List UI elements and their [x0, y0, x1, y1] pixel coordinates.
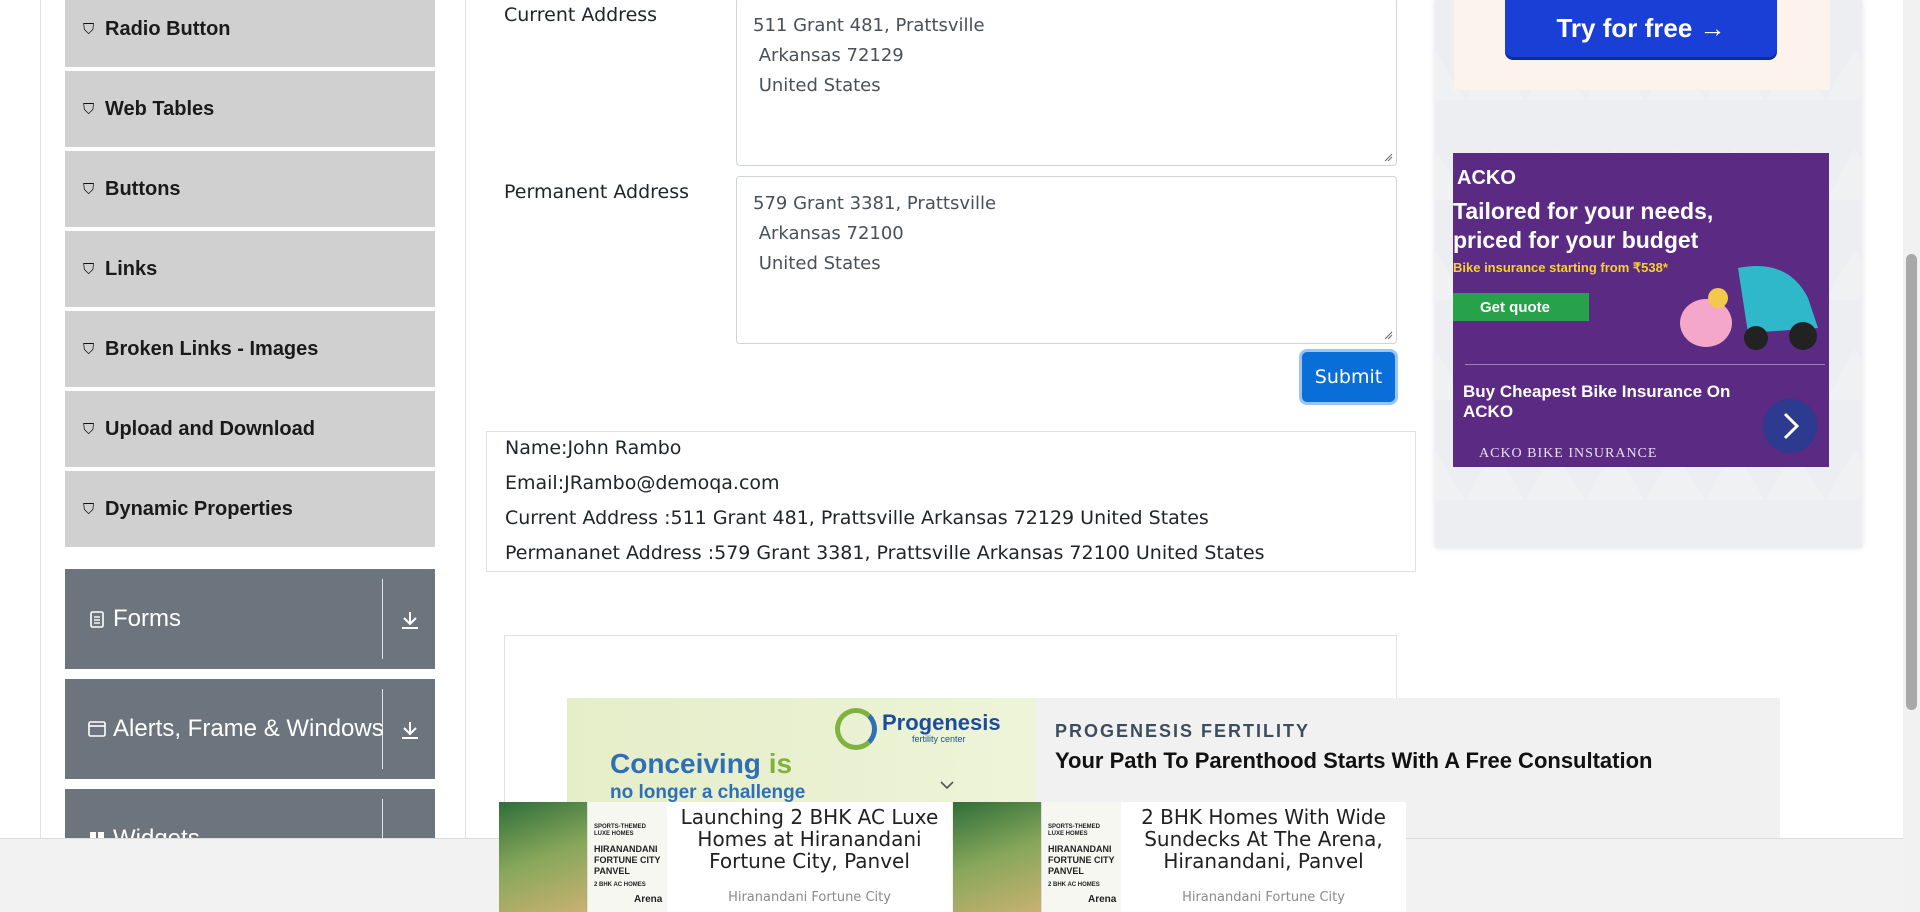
- document-icon: [90, 611, 104, 628]
- sidebar-item-label: Links: [105, 257, 158, 280]
- sidebar-item-radio-button[interactable]: ⛉ Radio Button: [65, 0, 435, 69]
- html5-icon: ⛉: [83, 420, 95, 438]
- output-current-address: Current Address :511 Grant 481, Prattsvi…: [505, 507, 1209, 529]
- divider: [382, 689, 383, 769]
- sidebar-group-label: Forms: [113, 605, 181, 632]
- ad-title: Your Path To Parenthood Starts With A Fr…: [1055, 748, 1653, 773]
- permanent-address-textarea[interactable]: 579 Grant 3381, Prattsville Arkansas 721…: [736, 176, 1397, 344]
- try-for-free-button[interactable]: Try for free →: [1505, 0, 1777, 57]
- chevron-right-icon[interactable]: [1763, 399, 1817, 453]
- progenesis-logo-icon: [835, 708, 877, 750]
- ad-tile-source: Hiranandani Fortune City: [1182, 890, 1345, 905]
- html5-icon: ⛉: [83, 20, 95, 38]
- output-permanent-address: Permananet Address :579 Grant 3381, Prat…: [505, 542, 1265, 564]
- scooter-illustration: [1680, 266, 1818, 350]
- textarea-line: United States: [753, 253, 881, 274]
- fine-print-rule: [1465, 364, 1825, 365]
- ad-thumbnail-board: SPORTS-THEMED LUXE HOMES HIRANANDANI FOR…: [587, 802, 667, 912]
- textarea-line: 579 Grant 3381, Prattsville: [753, 193, 997, 214]
- sidebar-group-label: Alerts, Frame & Windows: [113, 715, 384, 742]
- sidebar-item-upload-download[interactable]: ⛉ Upload and Download: [65, 391, 435, 469]
- resize-grip-icon[interactable]: [1383, 330, 1393, 340]
- sticky-ad-tile[interactable]: SPORTS-THEMED LUXE HOMES HIRANANDANI FOR…: [499, 802, 952, 912]
- textarea-line: 511 Grant 481, Prattsville: [753, 15, 985, 36]
- content-border: [465, 0, 466, 838]
- output-panel: Name:John Rambo Email:JRambo@demoqa.com …: [486, 431, 1416, 572]
- sidebar-item-label: Dynamic Properties: [105, 497, 293, 520]
- current-address-textarea[interactable]: 511 Grant 481, Prattsville Arkansas 7212…: [736, 0, 1397, 166]
- sidebar-item-label: Web Tables: [105, 97, 215, 120]
- ad-tile-title: Launching 2 BHK AC Luxe Homes at Hiranan…: [680, 805, 939, 873]
- download-icon[interactable]: [399, 719, 421, 741]
- current-address-label: Current Address: [504, 4, 658, 26]
- ad-thumbnail: [953, 802, 1041, 912]
- sidebar-item-label: Buttons: [105, 177, 181, 200]
- sticky-ad-tile[interactable]: SPORTS-THEMED LUXE HOMES HIRANANDANI FOR…: [953, 802, 1406, 912]
- sidebar-item-label: Broken Links - Images: [105, 337, 319, 360]
- ad-tile-source: Hiranandani Fortune City: [728, 890, 891, 905]
- resize-grip-icon[interactable]: [1383, 152, 1393, 162]
- divider: [382, 579, 383, 659]
- output-email: Email:JRambo@demoqa.com: [505, 472, 780, 494]
- acko-ad[interactable]: ACKO Tailored for your needs, priced for…: [1453, 153, 1829, 467]
- sidebar-item-label: Upload and Download: [105, 417, 315, 440]
- ad-thumbnail-board: SPORTS-THEMED LUXE HOMES HIRANANDANI FOR…: [1041, 802, 1121, 912]
- textarea-line: Arkansas 72129: [753, 45, 904, 66]
- ad-tile-title: 2 BHK Homes With Wide Sundecks At The Ar…: [1141, 805, 1386, 873]
- acko-caption-title: Buy Cheapest Bike Insurance On ACKO: [1463, 382, 1731, 421]
- scrollbar-thumb[interactable]: [1906, 254, 1917, 710]
- html5-icon: ⛉: [83, 500, 95, 518]
- ad-thumbnail: [499, 802, 587, 912]
- permanent-address-label: Permanent Address: [504, 181, 690, 203]
- acko-caption-source: ACKO BIKE INSURANCE: [1479, 446, 1658, 461]
- sidebar-item-buttons[interactable]: ⛉ Buttons: [65, 151, 435, 229]
- submit-button[interactable]: Submit: [1302, 352, 1395, 402]
- sidebar-group-alerts-frames-windows[interactable]: Alerts, Frame & Windows: [65, 679, 435, 779]
- sidebar-item-links[interactable]: ⛉ Links: [65, 231, 435, 309]
- sidebar-item-dynamic-properties[interactable]: ⛉ Dynamic Properties: [65, 471, 435, 549]
- ad-advertiser: PROGENESIS FERTILITY: [1055, 721, 1311, 741]
- html5-icon: ⛉: [83, 260, 95, 278]
- output-name: Name:John Rambo: [505, 437, 682, 459]
- ad-image-subline: no longer a challenge: [610, 782, 806, 803]
- download-icon[interactable]: [399, 609, 421, 631]
- window-icon: [88, 721, 106, 737]
- chevron-down-icon: [940, 781, 954, 790]
- acko-logo: ACKO: [1457, 167, 1516, 189]
- sidebar-item-web-tables[interactable]: ⛉ Web Tables: [65, 71, 435, 149]
- textarea-line: Arkansas 72100: [753, 223, 904, 244]
- html5-icon: ⛉: [83, 100, 95, 118]
- sidebar-item-label: Radio Button: [105, 17, 231, 40]
- sidebar-border: [40, 0, 41, 838]
- progenesis-brand-sub: fertility center: [912, 734, 966, 744]
- html5-icon: ⛉: [83, 340, 95, 358]
- textarea-line: United States: [753, 75, 881, 96]
- sidebar-group-forms[interactable]: Forms: [65, 569, 435, 669]
- acko-offer: Bike insurance starting from ₹538*: [1453, 260, 1668, 275]
- progenesis-brand: Progenesis: [882, 710, 1001, 735]
- get-quote-button[interactable]: Get quote: [1453, 293, 1589, 321]
- sidebar-item-broken-links[interactable]: ⛉ Broken Links - Images: [65, 311, 435, 389]
- html5-icon: ⛉: [83, 180, 95, 198]
- ad-image-headline: Conceiving is: [610, 748, 793, 779]
